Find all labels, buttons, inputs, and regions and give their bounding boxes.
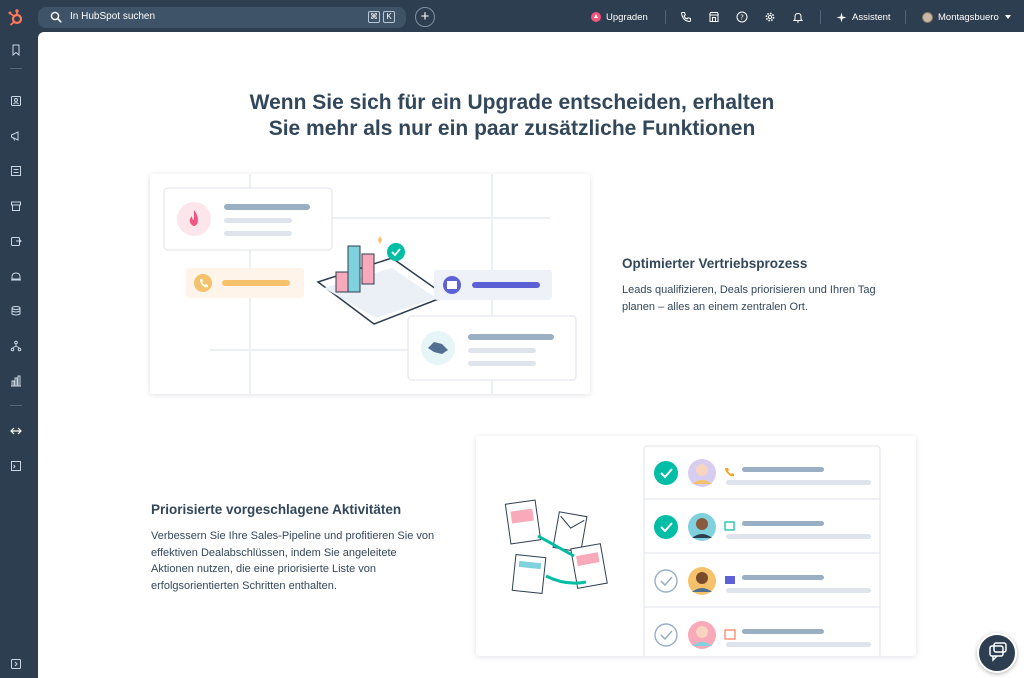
page-headline: Wenn Sie sich für ein Upgrade entscheide… (38, 90, 1024, 142)
feature-title-prioritized-activities: Priorisierte vorgeschlagene Aktivitäten (151, 502, 402, 517)
create-new-button[interactable]: + (415, 7, 435, 27)
sales-icon[interactable] (10, 235, 22, 247)
apps-icon[interactable] (10, 460, 22, 472)
sales-process-graphic (163, 174, 577, 394)
account-name: Montagsbuero (938, 11, 999, 23)
assistant-button[interactable]: Assistent (836, 0, 891, 34)
feature-text-line: Verbessern Sie Ihre Sales-Pipeline und p… (151, 530, 435, 542)
svg-text:?: ? (740, 14, 744, 22)
prioritized-activities-graphic (504, 445, 881, 659)
settings-gear-icon[interactable] (764, 11, 776, 23)
marketplace-icon[interactable] (708, 11, 720, 23)
feature-text-line: erfolgsorientierten Schritten enthalten. (151, 579, 337, 592)
divider (10, 68, 22, 69)
account-avatar (922, 11, 933, 23)
shortcut-key-k: K (383, 11, 395, 23)
assistant-label: Assistent (852, 11, 891, 23)
collapse-icon[interactable] (10, 425, 22, 437)
chat-icon (989, 642, 1007, 662)
main-content-area: Wenn Sie sich für ein Upgrade entscheide… (38, 32, 1024, 678)
headline-line-2: Sie mehr als nur ein paar zusätzliche Fu… (268, 117, 756, 140)
expand-sidebar-icon[interactable] (10, 658, 22, 670)
divider (665, 10, 666, 24)
feature-text-line: effektiven Dealabschlüssen, indem Sie an… (151, 546, 397, 559)
account-menu[interactable]: Montagsbuero (922, 0, 1011, 34)
contacts-icon[interactable] (10, 95, 22, 107)
marketing-icon[interactable] (10, 130, 22, 142)
upgrade-label: Upgraden (606, 11, 648, 23)
divider (10, 405, 22, 406)
chevron-down-icon (1004, 15, 1011, 19)
feature-text-line: Leads qualifizieren, Deals priorisieren … (622, 284, 876, 296)
notifications-bell-icon[interactable] (792, 11, 804, 23)
upgrade-button[interactable]: Upgraden (591, 0, 648, 34)
commerce-icon[interactable] (10, 200, 22, 212)
phone-icon[interactable] (680, 11, 692, 23)
reporting-icon[interactable] (10, 375, 22, 387)
bookmark-icon[interactable] (10, 44, 22, 56)
divider (905, 10, 906, 24)
shortcut-key-cmd: ⌘ (368, 11, 380, 23)
feature-text-prioritized-activities: Verbessern Sie Ihre Sales-Pipeline und p… (151, 528, 434, 594)
search-placeholder: In HubSpot suchen (70, 11, 156, 22)
data-icon[interactable] (10, 305, 22, 317)
help-icon[interactable]: ? (736, 11, 748, 23)
chat-launcher-button[interactable] (977, 633, 1017, 673)
search-icon (50, 11, 62, 23)
service-icon[interactable] (10, 270, 22, 282)
feature-text-line: planen – alles an einem zentralen Ort. (622, 300, 808, 313)
global-search-input[interactable]: In HubSpot suchen ⌘ K (38, 7, 406, 28)
upgrade-icon (591, 12, 601, 22)
divider (820, 10, 821, 24)
prioritized-activities-illustration (476, 436, 916, 659)
feature-text-sales-process: Leads qualifizieren, Deals priorisieren … (622, 282, 876, 315)
content-icon[interactable] (10, 165, 22, 177)
top-navigation-bar: In HubSpot suchen ⌘ K + Upgraden ? Assis… (0, 0, 1024, 34)
feature-text-line: Aktionen nutzen, die eine priorisierte L… (151, 563, 377, 575)
sparkle-icon (836, 12, 847, 22)
automation-icon[interactable] (10, 340, 22, 352)
left-sidebar (0, 34, 32, 678)
sales-process-illustration (150, 174, 590, 394)
hubspot-logo-icon[interactable] (6, 7, 26, 27)
feature-title-sales-process: Optimierter Vertriebsprozess (622, 256, 808, 271)
headline-line-1: Wenn Sie sich für ein Upgrade entscheide… (249, 91, 775, 114)
documents-graphic (504, 499, 608, 595)
